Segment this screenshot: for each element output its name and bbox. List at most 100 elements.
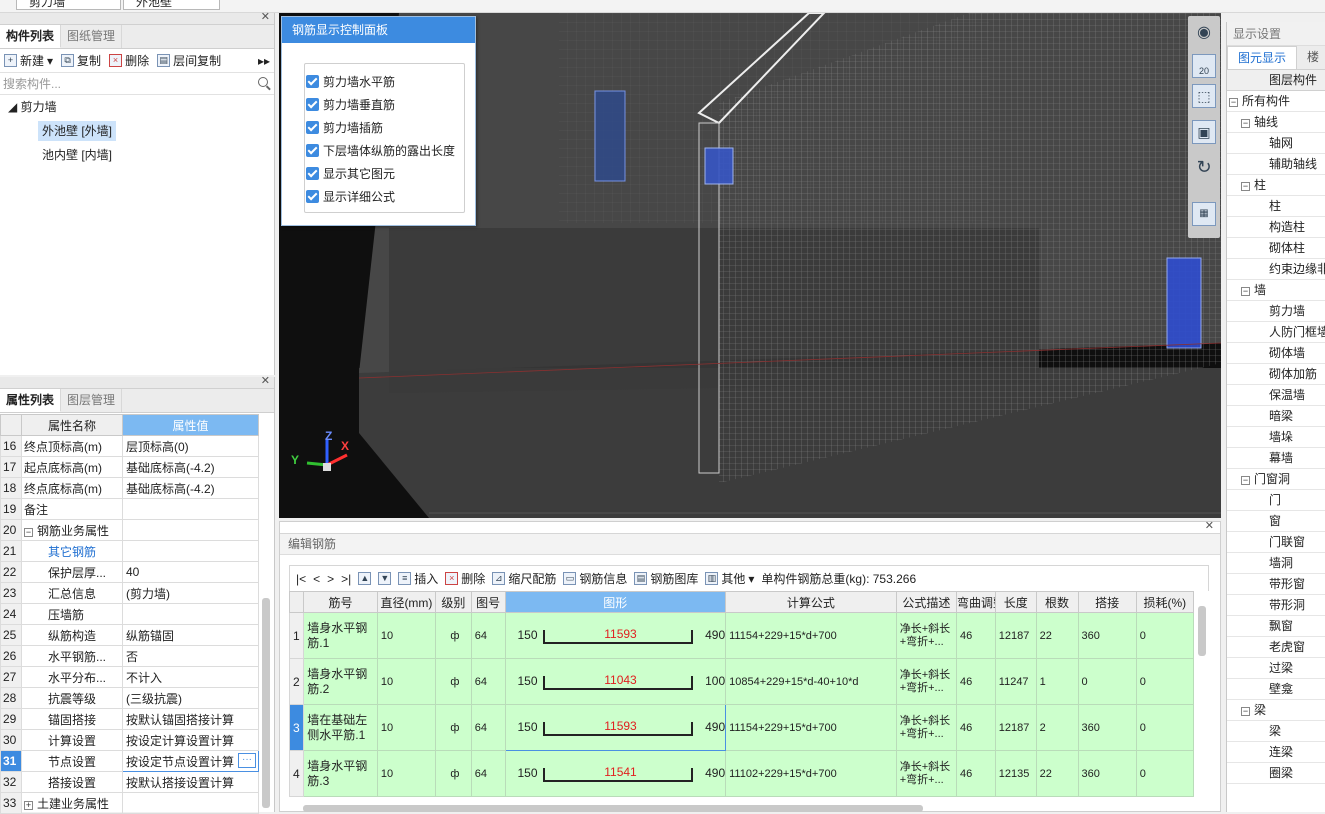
rebar-library-button[interactable]: ▤ 钢筋图库 <box>634 570 698 587</box>
rebar-figure-no[interactable]: 64 <box>470 704 506 751</box>
property-row[interactable]: 22 保护层厚... 40 <box>0 561 259 583</box>
layer-item[interactable]: 柱 <box>1227 196 1325 217</box>
rebar-loss[interactable]: 0 <box>1135 612 1195 659</box>
layer-item[interactable]: 墙洞 <box>1227 553 1325 574</box>
rebar-table-hscroll[interactable] <box>303 805 923 812</box>
column-header[interactable]: 长度 <box>994 591 1037 613</box>
layer-item[interactable]: 飘窗 <box>1227 616 1325 637</box>
rebar-table-vscroll[interactable] <box>1198 606 1206 656</box>
property-row[interactable]: 21 其它钢筋 <box>0 540 259 562</box>
rebar-count[interactable]: 22 <box>1035 612 1079 659</box>
property-row[interactable]: 18 终点底标高(m) 基础底标高(-4.2) <box>0 477 259 499</box>
search-input[interactable]: 搜索构件... <box>0 73 274 95</box>
layer-item[interactable]: 过梁 <box>1227 658 1325 679</box>
layer-item[interactable]: 保温墙 <box>1227 385 1325 406</box>
column-header[interactable]: 图号 <box>470 591 506 613</box>
tree-root[interactable]: ◢ 剪力墙 <box>0 95 274 119</box>
rebar-grade[interactable]: ф <box>435 704 472 751</box>
property-row[interactable]: 25 纵筋构造 纵筋锚固 <box>0 624 259 646</box>
rebar-bend-adjust[interactable]: 46 <box>955 750 996 797</box>
view-cube-icon[interactable]: ⬚ <box>1192 84 1216 108</box>
property-value[interactable] <box>122 603 259 625</box>
rebar-formula-desc[interactable]: 净长+斜长+弯折+... <box>895 750 957 797</box>
rebar-bend-adjust[interactable]: 46 <box>955 612 996 659</box>
property-value[interactable]: (三级抗震) <box>122 687 259 709</box>
rebar-shape[interactable]: 150 11541 490 <box>504 750 727 797</box>
delete-button[interactable]: × 删除 <box>109 52 149 69</box>
property-row[interactable]: 26 水平钢筋... 否 <box>0 645 259 667</box>
tab-element-display[interactable]: 图元显示 <box>1227 46 1298 69</box>
tab-layer-management[interactable]: 图层管理 <box>61 389 123 412</box>
move-up-icon[interactable]: ▲ <box>358 572 372 585</box>
layer-item[interactable]: 梁 <box>1227 721 1325 742</box>
component-type-select[interactable]: 剪力墙 <box>16 0 121 10</box>
checkbox-show-other[interactable]: 显示其它图元 <box>306 164 395 182</box>
rebar-name[interactable]: 墙身水平钢筋.2 <box>303 658 378 705</box>
layer-item[interactable]: 幕墙 <box>1227 448 1325 469</box>
property-row[interactable]: 32 搭接设置 按默认搭接设置计算 <box>0 771 259 793</box>
layer-item[interactable]: 门联窗 <box>1227 532 1325 553</box>
expand-icon[interactable]: + <box>24 800 33 810</box>
layer-item[interactable]: − 墙 <box>1227 280 1325 301</box>
prev-record-button[interactable]: < <box>313 572 320 586</box>
rebar-lap[interactable]: 0 <box>1077 658 1137 705</box>
rebar-diameter[interactable]: 10 <box>376 612 437 659</box>
table-row[interactable]: 3 墙在基础左侧水平筋.1 10 ф 64 150 11593 490 11154+229+15… <box>288 704 1195 751</box>
property-row[interactable]: 29 锚固搭接 按默认锚固搭接计算 <box>0 708 259 730</box>
checkbox-dowel-rebar[interactable]: 剪力墙插筋 <box>306 118 383 136</box>
rebar-length[interactable]: 12187 <box>994 704 1037 751</box>
insert-button[interactable]: ≡ 插入 <box>398 570 438 587</box>
rebar-bend-adjust[interactable]: 46 <box>955 658 996 705</box>
property-scrollbar[interactable] <box>262 598 270 808</box>
rebar-grade[interactable]: ф <box>435 658 472 705</box>
column-header[interactable]: 计算公式 <box>725 591 897 613</box>
rebar-formula[interactable]: 11154+229+15*d+700 <box>725 704 897 751</box>
rebar-bend-adjust[interactable]: 46 <box>955 704 996 751</box>
rebar-diameter[interactable]: 10 <box>376 750 437 797</box>
property-value[interactable]: 40 <box>122 561 259 583</box>
layer-item[interactable]: 壁龛 <box>1227 679 1325 700</box>
column-header[interactable]: 级别 <box>435 591 472 613</box>
rebar-formula-desc[interactable]: 净长+斜长+弯折+... <box>895 612 957 659</box>
close-icon[interactable]: ✕ <box>261 374 270 387</box>
rebar-count[interactable]: 22 <box>1035 750 1079 797</box>
rebar-shape[interactable]: 150 11043 100 <box>504 658 727 705</box>
more-icon[interactable]: ▸▸ <box>258 54 270 68</box>
last-record-button[interactable]: >| <box>341 572 351 586</box>
rebar-formula-desc[interactable]: 净长+斜长+弯折+... <box>895 658 957 705</box>
close-icon[interactable]: ✕ <box>261 10 270 23</box>
property-value[interactable]: 基础底标高(-4.2) <box>122 477 259 499</box>
next-record-button[interactable]: > <box>327 572 334 586</box>
layer-item[interactable]: 人防门框墙 <box>1227 322 1325 343</box>
property-value[interactable]: 按默认搭接设置计算 <box>122 771 259 793</box>
rebar-loss[interactable]: 0 <box>1135 658 1195 705</box>
rebar-grade[interactable]: ф <box>435 612 472 659</box>
rebar-formula[interactable]: 11102+229+15*d+700 <box>725 750 897 797</box>
table-row[interactable]: 1 墙身水平钢筋.1 10 ф 64 150 11593 490 11154+229+15*d+… <box>288 612 1195 659</box>
property-row[interactable]: 24 压墙筋 <box>0 603 259 625</box>
property-value[interactable] <box>122 519 259 541</box>
collapse-icon[interactable]: − <box>1241 119 1250 128</box>
column-header[interactable]: 损耗(%) <box>1135 591 1195 613</box>
orbit-icon[interactable]: ◉ <box>1192 22 1216 46</box>
property-value[interactable]: 基础底标高(-4.2) <box>122 456 259 478</box>
layer-item[interactable]: 剪力墙 <box>1227 301 1325 322</box>
rebar-length[interactable]: 12187 <box>994 612 1037 659</box>
property-value[interactable] <box>122 540 259 562</box>
layer-item[interactable]: − 柱 <box>1227 175 1325 196</box>
rebar-formula[interactable]: 10854+229+15*d-40+10*d <box>725 658 897 705</box>
layer-item[interactable]: 砌体墙 <box>1227 343 1325 364</box>
layer-item[interactable]: 门 <box>1227 490 1325 511</box>
rebar-formula[interactable]: 11154+229+15*d+700 <box>725 612 897 659</box>
layer-item[interactable]: 暗梁 <box>1227 406 1325 427</box>
property-value[interactable]: 否 <box>122 645 259 667</box>
layer-item[interactable]: − 所有构件 <box>1227 91 1325 112</box>
table-row[interactable]: 4 墙身水平钢筋.3 10 ф 64 150 11541 490 11102+229+15*d+… <box>288 750 1195 797</box>
rebar-grade[interactable]: ф <box>435 750 472 797</box>
rebar-name[interactable]: 墙身水平钢筋.1 <box>303 612 378 659</box>
collapse-icon[interactable]: − <box>24 527 33 537</box>
rebar-name[interactable]: 墙在基础左侧水平筋.1 <box>303 704 378 751</box>
other-button[interactable]: ▥ 其他 ▾ <box>705 570 754 587</box>
rebar-count[interactable]: 2 <box>1035 704 1079 751</box>
rebar-loss[interactable]: 0 <box>1135 750 1195 797</box>
